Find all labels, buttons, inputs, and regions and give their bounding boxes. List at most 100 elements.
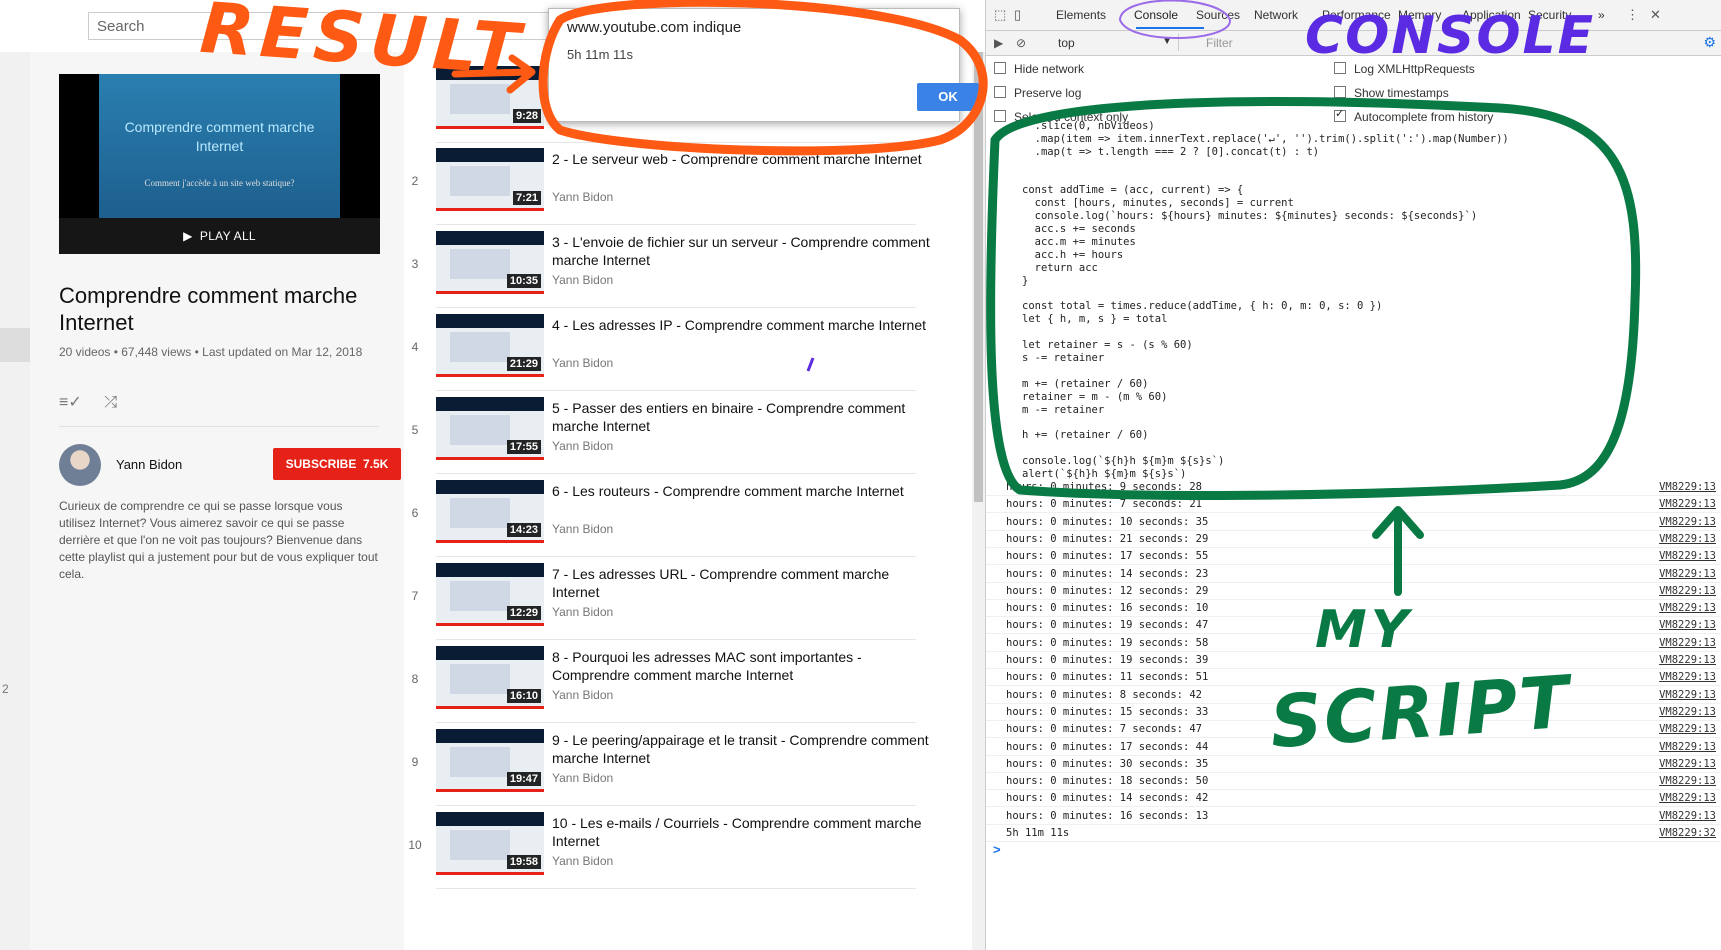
filter-input[interactable]: Filter xyxy=(1206,36,1233,50)
video-channel[interactable]: Yann Bidon xyxy=(552,273,613,287)
list-item[interactable]: 7 12:29 7 - Les adresses URL - Comprendre … xyxy=(404,563,944,646)
tab-memory[interactable]: Memory xyxy=(1398,8,1441,22)
log-source-link[interactable]: VM8229:13 xyxy=(1659,516,1716,528)
video-channel[interactable]: Yann Bidon xyxy=(552,688,613,702)
search-input[interactable]: Search xyxy=(88,12,558,40)
list-item[interactable]: 3 10:35 3 - L'envoie de fichier sur un ser… xyxy=(404,231,944,314)
log-source-link[interactable]: VM8229:13 xyxy=(1659,498,1716,510)
log-source-link[interactable]: VM8229:13 xyxy=(1659,585,1716,597)
video-thumbnail[interactable]: 14:23 xyxy=(436,480,544,543)
video-channel[interactable]: Yann Bidon xyxy=(552,854,613,868)
tab-security[interactable]: Security xyxy=(1528,8,1571,22)
tab-performance[interactable]: Performance xyxy=(1322,8,1391,22)
video-title[interactable]: 3 - L'envoie de fichier sur un serveur -… xyxy=(552,233,932,269)
option-right-0[interactable]: Log XMLHttpRequests xyxy=(1334,62,1475,76)
list-item[interactable]: 4 21:29 4 - Les adresses IP - Comprendre c… xyxy=(404,314,944,397)
video-title[interactable]: 6 - Les routeurs - Comprendre comment ma… xyxy=(552,482,932,500)
video-thumbnail[interactable]: 9:28 xyxy=(436,66,544,129)
avatar[interactable] xyxy=(59,444,101,486)
video-thumbnail[interactable]: 21:29 xyxy=(436,314,544,377)
log-source-link[interactable]: VM8229:13 xyxy=(1659,689,1716,701)
checkbox[interactable] xyxy=(1334,86,1346,98)
video-channel[interactable]: Yann Bidon xyxy=(552,522,613,536)
log-source-link[interactable]: VM8229:13 xyxy=(1659,481,1716,493)
option-left-0[interactable]: Hide network xyxy=(994,62,1084,76)
option-right-1[interactable]: Show timestamps xyxy=(1334,86,1449,100)
thumbnail-bar xyxy=(436,314,544,328)
log-text: hours: 0 minutes: 14 seconds: 23 xyxy=(1006,567,1209,580)
log-source-link[interactable]: VM8229:13 xyxy=(1659,602,1716,614)
log-source-link[interactable]: VM8229:13 xyxy=(1659,723,1716,735)
video-channel[interactable]: Yann Bidon xyxy=(552,439,613,453)
tab-elements[interactable]: Elements xyxy=(1056,8,1106,22)
save-playlist-icon[interactable]: ≡✓ xyxy=(59,392,82,412)
play-all-button[interactable]: ▶ PLAY ALL xyxy=(59,218,380,254)
log-source-link[interactable]: VM8229:13 xyxy=(1659,758,1716,770)
video-duration: 12:29 xyxy=(506,606,541,620)
video-thumbnail[interactable]: 10:35 xyxy=(436,231,544,294)
log-source-link[interactable]: VM8229:13 xyxy=(1659,706,1716,718)
tab-application[interactable]: Application xyxy=(1462,8,1521,22)
log-source-link[interactable]: VM8229:13 xyxy=(1659,533,1716,545)
console-prompt[interactable]: > xyxy=(993,842,1001,857)
more-tabs-button[interactable]: » xyxy=(1598,8,1605,22)
checkbox[interactable] xyxy=(994,86,1006,98)
video-thumbnail[interactable]: 17:55 xyxy=(436,397,544,460)
option-left-1[interactable]: Preserve log xyxy=(994,86,1081,100)
video-title[interactable]: 2 - Le serveur web - Comprendre comment … xyxy=(552,150,932,168)
sidebar-toggle-icon[interactable]: ▶ xyxy=(994,36,1003,50)
video-channel[interactable]: Yann Bidon xyxy=(552,605,613,619)
tab-network[interactable]: Network xyxy=(1254,8,1298,22)
log-source-link[interactable]: VM8229:13 xyxy=(1659,671,1716,683)
page-scrollbar[interactable] xyxy=(972,52,985,950)
context-selector[interactable]: top ▼ xyxy=(1058,34,1179,51)
gear-icon[interactable]: ⚙ xyxy=(1703,34,1716,51)
clear-console-icon[interactable]: ⊘ xyxy=(1016,36,1026,50)
list-item[interactable]: 6 14:23 6 - Les routeurs - Comprendre comm… xyxy=(404,480,944,563)
device-toolbar-icon[interactable]: ▯ xyxy=(1014,7,1021,23)
checkbox[interactable] xyxy=(1334,62,1346,74)
log-source-link[interactable]: VM8229:32 xyxy=(1659,827,1716,839)
video-thumbnail[interactable]: 7:21 xyxy=(436,148,544,211)
shuffle-icon[interactable]: ⤮ xyxy=(104,394,117,412)
list-item[interactable]: 5 17:55 5 - Passer des entiers en binaire … xyxy=(404,397,944,480)
tab-console[interactable]: Console xyxy=(1134,8,1178,22)
video-thumbnail[interactable]: 12:29 xyxy=(436,563,544,626)
video-title[interactable]: 7 - Les adresses URL - Comprendre commen… xyxy=(552,565,932,601)
video-thumbnail[interactable]: 16:10 xyxy=(436,646,544,709)
tab-sources[interactable]: Sources xyxy=(1196,8,1240,22)
log-source-link[interactable]: VM8229:13 xyxy=(1659,792,1716,804)
playlist-thumbnail[interactable]: Comprendre comment marche Internet Comme… xyxy=(59,74,380,254)
video-channel[interactable]: Yann Bidon xyxy=(552,190,613,204)
scrollbar-thumb[interactable] xyxy=(974,52,983,502)
owner-name[interactable]: Yann Bidon xyxy=(116,457,182,472)
log-source-link[interactable]: VM8229:13 xyxy=(1659,637,1716,649)
log-source-link[interactable]: VM8229:13 xyxy=(1659,654,1716,666)
video-title[interactable]: 9 - Le peering/appairage et le transit -… xyxy=(552,731,932,767)
log-source-link[interactable]: VM8229:13 xyxy=(1659,568,1716,580)
checkbox[interactable] xyxy=(994,62,1006,74)
list-item[interactable]: 2 7:21 2 - Le serveur web - Comprendre com… xyxy=(404,148,944,231)
log-source-link[interactable]: VM8229:13 xyxy=(1659,810,1716,822)
list-item[interactable]: 9 19:47 9 - Le peering/appairage et le tra… xyxy=(404,729,944,812)
video-thumbnail[interactable]: 19:58 xyxy=(436,812,544,875)
list-item[interactable]: 10 19:58 10 - Les e-mails / Courriels - Co… xyxy=(404,812,944,895)
video-title[interactable]: 4 - Les adresses IP - Comprendre comment… xyxy=(552,316,932,334)
video-channel[interactable]: Yann Bidon xyxy=(552,356,613,370)
video-channel[interactable]: Yann Bidon xyxy=(552,771,613,785)
video-title[interactable]: 10 - Les e-mails / Courriels - Comprendr… xyxy=(552,814,932,850)
video-title[interactable]: 5 - Passer des entiers en binaire - Comp… xyxy=(552,399,932,435)
video-thumbnail[interactable]: 19:47 xyxy=(436,729,544,792)
log-source-link[interactable]: VM8229:13 xyxy=(1659,741,1716,753)
close-icon[interactable]: ✕ xyxy=(1650,7,1661,23)
guide-selected-item[interactable] xyxy=(0,328,30,362)
ok-button[interactable]: OK xyxy=(917,83,979,111)
list-item[interactable]: 8 16:10 8 - Pourquoi les adresses MAC sont… xyxy=(404,646,944,729)
inspect-icon[interactable]: ⬚ xyxy=(994,7,1006,23)
subscribe-button[interactable]: SUBSCRIBE 7.5K xyxy=(273,448,401,480)
log-source-link[interactable]: VM8229:13 xyxy=(1659,550,1716,562)
menu-icon[interactable]: ⋮ xyxy=(1626,7,1639,23)
log-source-link[interactable]: VM8229:13 xyxy=(1659,775,1716,787)
video-title[interactable]: 8 - Pourquoi les adresses MAC sont impor… xyxy=(552,648,932,684)
log-source-link[interactable]: VM8229:13 xyxy=(1659,619,1716,631)
